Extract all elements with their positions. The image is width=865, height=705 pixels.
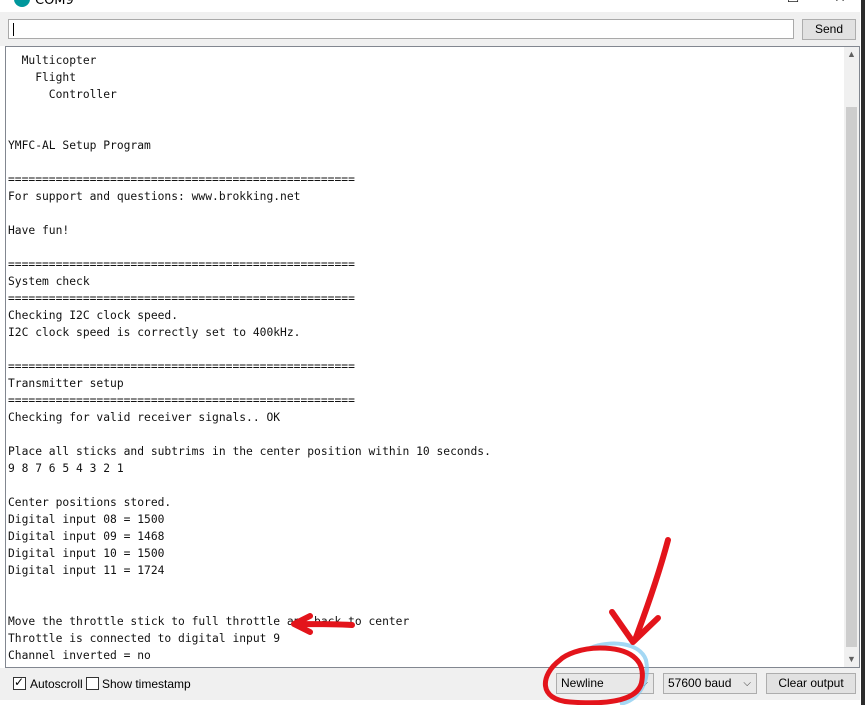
window-title: COM9 [35,0,74,8]
autoscroll-label[interactable]: Autoscroll [30,677,83,691]
vertical-scrollbar[interactable]: ▲ ▼ [844,47,859,667]
baud-rate-value: 57600 baud [668,676,732,690]
status-bar: Autoscroll Show timestamp Newline ⌵ 5760… [0,668,860,700]
serial-output[interactable]: Four Multicopter Flight Controller YMFC-… [5,46,860,668]
line-ending-value: Newline [561,676,604,690]
send-button[interactable]: Send [802,19,856,40]
arduino-icon [14,0,30,7]
scroll-thumb[interactable] [846,107,857,647]
close-icon[interactable]: ✕ [830,0,850,8]
title-bar: COM9 ☐ ✕ [0,0,865,12]
scroll-down-icon[interactable]: ▼ [844,652,859,667]
timestamp-checkbox[interactable] [86,677,99,690]
chevron-down-icon: ⌵ [640,678,648,689]
window-edge [861,0,865,705]
timestamp-label[interactable]: Show timestamp [102,677,191,691]
send-row: Send [0,12,860,46]
chevron-down-icon: ⌵ [743,678,751,689]
send-input[interactable] [8,19,794,39]
maximize-icon[interactable]: ☐ [783,0,803,8]
scroll-up-icon[interactable]: ▲ [844,47,859,62]
clear-output-button[interactable]: Clear output [766,673,856,694]
output-text: Four Multicopter Flight Controller YMFC-… [8,47,491,662]
line-ending-select[interactable]: Newline ⌵ [556,673,654,694]
baud-rate-select[interactable]: 57600 baud ⌵ [663,673,757,694]
autoscroll-checkbox[interactable] [13,675,26,690]
